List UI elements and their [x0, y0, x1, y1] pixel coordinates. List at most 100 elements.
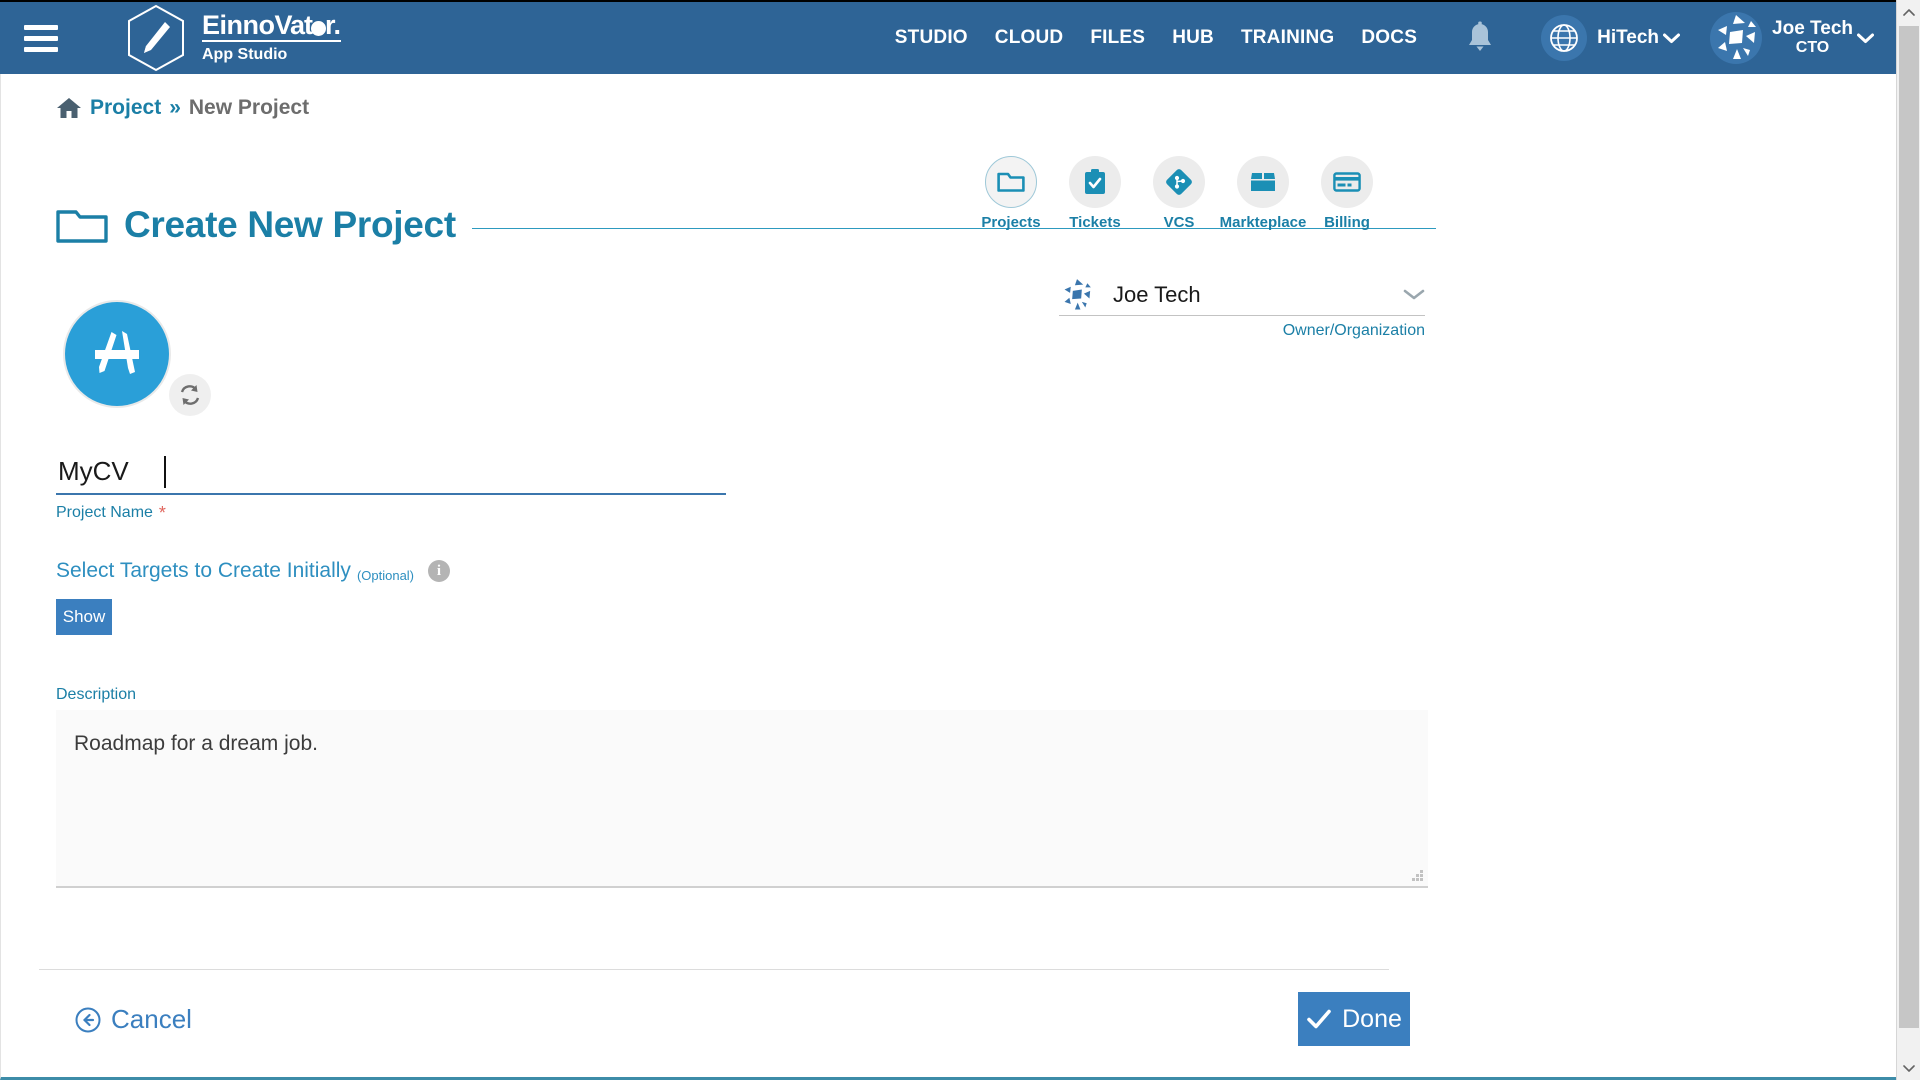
owner-organization-select[interactable]: Joe Tech — [1059, 274, 1425, 316]
page-title: Create New Project — [124, 204, 456, 245]
git-branch-icon — [1166, 169, 1192, 195]
chevron-down-icon — [1403, 289, 1425, 300]
owner-organization-block: Joe Tech Owner/Organization — [1059, 274, 1425, 340]
nav-link-cloud[interactable]: CLOUD — [995, 27, 1064, 49]
select-targets-optional: (Optional) — [356, 567, 415, 583]
brand-text: EinnoVat r. App Studio — [202, 12, 341, 64]
select-targets-title: Select Targets to Create Initially — [56, 559, 351, 582]
brand-dot-icon — [311, 21, 327, 36]
page-content: Project » New Project Create New Project… — [0, 74, 1896, 1080]
app-root: EinnoVat r. App Studio STUDIO CLOUD FILES… — [0, 0, 1920, 1080]
refresh-avatar-button[interactable] — [169, 374, 211, 416]
pencil-hexagon-logo — [128, 4, 184, 72]
chevron-down-icon — [1663, 33, 1681, 43]
hamburger-bar — [24, 24, 58, 30]
hamburger-icon[interactable] — [24, 24, 58, 52]
nav-link-hub[interactable]: HUB — [1172, 27, 1214, 49]
vertical-scrollbar[interactable] — [1896, 0, 1920, 1080]
nav-link-docs[interactable]: DOCS — [1361, 27, 1417, 49]
project-name-field: Project Name * — [56, 456, 726, 523]
module-icon-circle — [1069, 156, 1121, 208]
chevron-up-icon — [1903, 8, 1915, 16]
user-menu[interactable]: Joe Tech CTO — [1710, 12, 1874, 64]
info-icon[interactable]: i — [428, 560, 451, 582]
module-icon-circle — [985, 156, 1037, 208]
breadcrumb-separator: » — [169, 96, 181, 119]
globe-icon — [1550, 24, 1578, 52]
cancel-label: Cancel — [111, 1004, 192, 1034]
description-label: Description — [56, 686, 137, 703]
scroll-down-button[interactable] — [1897, 1056, 1920, 1080]
top-navbar: EinnoVat r. App Studio STUDIO CLOUD FILES… — [0, 0, 1896, 74]
scroll-up-button[interactable] — [1897, 0, 1920, 24]
description-textarea[interactable]: Roadmap for a dream job. — [56, 710, 1428, 886]
nav-link-training[interactable]: TRAINING — [1241, 27, 1334, 49]
module-icon-circle — [1321, 156, 1373, 208]
project-avatar-block — [65, 302, 225, 422]
brand-part-1: Einno — [202, 10, 275, 40]
user-role: CTO — [1795, 38, 1830, 56]
cancel-button[interactable]: Cancel — [75, 1004, 192, 1035]
resize-grip-icon[interactable] — [1412, 870, 1424, 882]
clipboard-check-icon — [1085, 169, 1105, 194]
globe-icon-circle — [1541, 15, 1588, 61]
folder-icon — [997, 172, 1025, 192]
show-targets-button[interactable]: Show — [56, 599, 112, 635]
user-name: Joe Tech — [1772, 17, 1853, 39]
app-store-icon — [95, 331, 139, 374]
done-label: Done — [1342, 1004, 1402, 1033]
module-tickets[interactable]: Tickets — [1066, 156, 1124, 231]
box-icon — [1251, 173, 1275, 191]
organization-name: HiTech — [1597, 27, 1660, 48]
arrow-left-circle-icon — [75, 1007, 101, 1032]
scrollbar-thumb[interactable] — [1899, 26, 1919, 1028]
required-marker: * — [158, 503, 166, 523]
folder-icon — [56, 210, 108, 243]
nav-link-files[interactable]: FILES — [1090, 27, 1145, 49]
bell-icon[interactable] — [1465, 21, 1495, 55]
refresh-icon — [180, 385, 200, 405]
module-toolbar: Projects Tickets VCS Markteplace Billing — [981, 156, 1376, 231]
hamburger-bar — [24, 35, 58, 41]
description-textarea-wrap: Roadmap for a dream job. — [56, 710, 1428, 888]
module-icon-circle — [1237, 156, 1289, 208]
module-label: VCS — [1163, 214, 1195, 231]
module-label: Billing — [1324, 214, 1370, 231]
chevron-down-icon — [1903, 1064, 1915, 1072]
footer-divider — [39, 969, 1389, 970]
done-button[interactable]: Done — [1298, 992, 1410, 1046]
project-name-input[interactable] — [56, 456, 726, 495]
owner-name: Joe Tech — [1113, 281, 1201, 307]
project-avatar[interactable] — [65, 302, 169, 406]
module-marketplace[interactable]: Markteplace — [1220, 156, 1306, 231]
module-billing[interactable]: Billing — [1318, 156, 1376, 231]
user-meta: Joe Tech CTO — [1772, 17, 1853, 57]
credit-card-icon — [1333, 172, 1361, 192]
project-name-label-row: Project Name * — [56, 501, 726, 523]
home-icon[interactable] — [56, 96, 82, 120]
hamburger-bar — [24, 46, 58, 52]
brand-part-2: Vat — [274, 10, 314, 40]
select-targets-header: Select Targets to Create Initially (Opti… — [56, 559, 451, 583]
user-avatar-icon — [1710, 12, 1763, 64]
organization-switcher[interactable]: HiTech — [1541, 15, 1681, 61]
module-icon-circle — [1153, 156, 1205, 208]
owner-organization-hint: Owner/Organization — [1282, 322, 1425, 339]
chevron-down-icon — [1857, 33, 1874, 43]
project-name-label: Project Name — [56, 504, 153, 521]
module-projects[interactable]: Projects — [981, 156, 1041, 231]
module-label: Tickets — [1069, 214, 1121, 231]
text-cursor — [164, 456, 166, 488]
breadcrumb: Project » New Project — [56, 96, 309, 120]
nav-link-studio[interactable]: STUDIO — [895, 27, 968, 49]
description-block: Description Roadmap for a dream job. — [56, 686, 1428, 888]
breadcrumb-parent[interactable]: Project — [90, 96, 161, 120]
brand-name: EinnoVat r. — [202, 12, 341, 42]
module-vcs[interactable]: VCS — [1150, 156, 1208, 231]
brand-subtitle: App Studio — [202, 46, 288, 63]
module-label: Markteplace — [1219, 214, 1307, 231]
brand-part-3: r. — [325, 10, 341, 40]
module-label: Projects — [981, 214, 1041, 231]
check-icon — [1307, 1009, 1331, 1029]
brand-logo[interactable]: EinnoVat r. App Studio — [124, 3, 341, 73]
